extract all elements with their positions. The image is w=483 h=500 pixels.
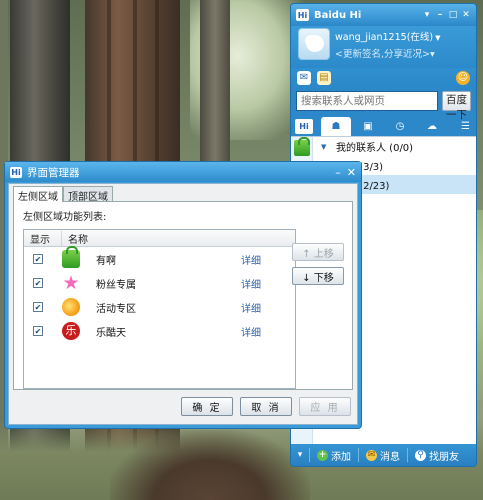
dialog-tabs: 左侧区域 顶部区域 [9,184,357,203]
details-link[interactable]: 详细 [241,300,261,315]
minimize-button[interactable]: – [335,166,341,179]
baidu-hi-logo-icon: Hi [296,9,309,21]
baidu-hi-logo-icon: Hi [10,166,22,178]
list-label: 左侧区域功能列表: [23,212,107,223]
emoticon-icon[interactable]: ☺ [456,71,470,85]
interface-manager-dialog: Hi 界面管理器 – ✕ 左侧区域 顶部区域 左侧区域功能列表: 显示 名称 ✔… [4,161,362,429]
close-button[interactable]: ✕ [461,10,471,20]
show-checkbox[interactable]: ✔ [33,254,43,264]
tab-top-area[interactable]: 顶部区域 [63,186,113,203]
list-header: 显示 名称 [24,230,295,247]
dialog-title-bar[interactable]: Hi 界面管理器 – ✕ [5,162,361,182]
status-dropdown-icon[interactable]: ▼ [435,34,440,42]
hi-bottom-bar: ▾ + 添加 ✉ 消息 ⚲ 找朋友 [291,444,476,466]
tab-panel: 左侧区域功能列表: 显示 名称 ✔ 有啊 详细 ✔ ★ 粉丝专属 详细 ✔ 活动… [13,201,353,390]
horn-icon [62,298,80,316]
details-link[interactable]: 详细 [241,276,261,291]
plus-icon: + [317,449,328,461]
list-item[interactable]: ✔ ★ 粉丝专属 详细 [24,271,295,295]
minimize-button[interactable]: – [435,10,445,20]
feature-name: 粉丝专属 [96,279,136,291]
search-input[interactable] [296,91,438,111]
contacts-tab-icon[interactable]: ☗ [321,117,351,136]
quick-toolbar: ✉ ▤ ☺ [291,68,476,88]
tab-left-area[interactable]: 左侧区域 [13,186,63,203]
contact-group[interactable]: ▼ 我的联系人 (0/0) [313,137,476,156]
avatar[interactable] [298,28,330,60]
feature-list: 显示 名称 ✔ 有啊 详细 ✔ ★ 粉丝专属 详细 ✔ 活动专区 详细 ✔ 乐 … [23,229,296,389]
hi-window-title: Baidu Hi [314,9,362,21]
details-link[interactable]: 详细 [241,324,261,339]
list-item[interactable]: ✔ 乐 乐酷天 详细 [24,319,295,343]
bottom-menu-icon[interactable]: ▾ [295,450,305,460]
message-icon: ✉ [366,449,377,461]
shopping-bag-icon [62,246,80,268]
tab-menu-icon[interactable]: ☰ [461,121,476,136]
list-item[interactable]: ✔ 活动专区 详细 [24,295,295,319]
tree-trunk [200,0,230,170]
recent-tab-icon[interactable]: ◷ [385,117,415,136]
expanded-arrow-icon: ▼ [321,142,327,151]
show-checkbox[interactable]: ✔ [33,326,43,336]
show-checkbox[interactable]: ✔ [33,278,43,288]
column-show[interactable]: 显示 [24,230,62,246]
feature-name: 乐酷天 [96,327,126,339]
move-up-button[interactable]: ↑ 上移 [292,243,344,261]
profile-area: wang_jian1215(在线) ▼ <更新签名,分享近况>▾ [291,26,476,68]
message-button[interactable]: ✉ 消息 [363,448,403,463]
maximize-button[interactable]: □ [448,10,458,20]
notes-icon[interactable]: ▤ [317,71,331,85]
show-checkbox[interactable]: ✔ [33,302,43,312]
signature[interactable]: <更新签名,分享近况>▾ [335,46,435,60]
shopping-bag-icon[interactable] [294,137,310,156]
chat-tab-icon[interactable]: ☁ [417,117,447,136]
move-down-button[interactable]: ↓ 下移 [292,267,344,285]
search-bar: 百度一下 [291,88,476,121]
cancel-button[interactable]: 取 消 [240,397,292,416]
dialog-footer: 确 定 取 消 应 用 [181,397,351,416]
tree-roots [110,430,310,500]
le-icon: 乐 [62,322,80,340]
find-friend-button[interactable]: ⚲ 找朋友 [412,448,462,463]
ok-button[interactable]: 确 定 [181,397,233,416]
find-icon: ⚲ [415,449,426,461]
hi-title-bar[interactable]: Hi Baidu Hi ▾ – □ ✕ [291,4,476,26]
hi-home-tab-icon[interactable]: Hi [295,119,313,134]
list-item[interactable]: ✔ 有啊 详细 [24,246,295,271]
column-name[interactable]: 名称 [62,231,88,246]
feature-name: 活动专区 [96,303,136,315]
dialog-title: 界面管理器 [27,166,80,179]
signature-dropdown-icon[interactable]: ▾ [430,49,435,60]
dialog-body: 左侧区域 顶部区域 左侧区域功能列表: 显示 名称 ✔ 有啊 详细 ✔ ★ 粉丝… [8,183,358,425]
mail-icon[interactable]: ✉ [297,71,311,85]
groups-tab-icon[interactable]: ▣ [353,117,383,136]
username-status[interactable]: wang_jian1215(在线) ▼ [335,29,441,43]
order-buttons: ↑ 上移 ↓ 下移 [292,243,344,285]
star-icon: ★ [62,272,80,294]
apply-button[interactable]: 应 用 [299,397,351,416]
close-button[interactable]: ✕ [347,166,356,179]
baidu-search-button[interactable]: 百度一下 [442,91,471,121]
details-link[interactable]: 详细 [241,252,261,267]
menu-arrow-icon[interactable]: ▾ [422,10,432,20]
add-button[interactable]: + 添加 [314,448,354,463]
feature-name: 有啊 [96,255,116,267]
